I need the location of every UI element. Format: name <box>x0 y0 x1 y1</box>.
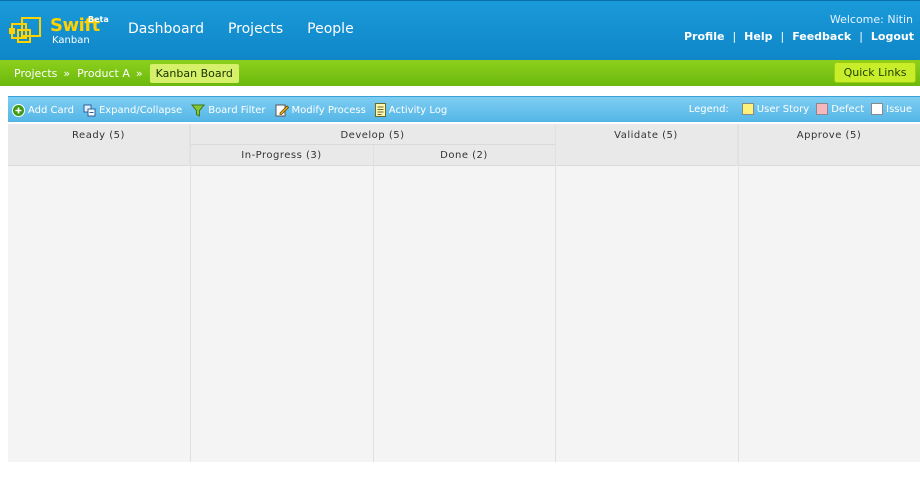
add-icon <box>12 103 25 117</box>
legend-label: Legend: <box>688 103 729 115</box>
column-divider <box>190 124 191 462</box>
column-header-develop: Develop (5) <box>190 124 555 145</box>
breadcrumb-projects[interactable]: Projects <box>14 67 57 80</box>
column-divider <box>373 145 374 462</box>
add-card-label: Add Card <box>28 104 74 116</box>
expand-collapse-label: Expand/Collapse <box>98 104 183 116</box>
column-divider <box>738 124 739 462</box>
toolbar-actions: Add Card Expand/Collapse Board Filter Mo… <box>12 103 447 117</box>
board-filter-button[interactable]: Board Filter <box>191 104 266 117</box>
breadcrumb: Projects » Product A » Kanban Board <box>14 64 239 83</box>
board-filter-label: Board Filter <box>208 104 266 116</box>
legend-defect: Defect <box>816 103 864 115</box>
user-story-swatch <box>741 103 754 115</box>
subcolumn-header-done: Done (2) <box>373 145 555 166</box>
welcome-text: Welcome: Nitin <box>829 13 913 26</box>
add-card-button[interactable]: Add Card <box>12 103 74 117</box>
divider: | <box>780 30 785 43</box>
lane-approve[interactable] <box>738 166 920 462</box>
column-header-approve: Approve (5) <box>738 124 920 166</box>
activity-log-label: Activity Log <box>388 104 448 116</box>
lane-done[interactable] <box>373 166 555 462</box>
legend-item-label: Issue <box>886 103 912 115</box>
legend-user-story: User Story <box>741 103 810 115</box>
filter-icon <box>191 104 206 117</box>
help-link[interactable]: Help <box>744 30 772 43</box>
top-header: Swift Beta Kanban Dashboard Projects Peo… <box>0 0 920 60</box>
breadcrumb-product[interactable]: Product A <box>77 67 130 80</box>
lane-validate[interactable] <box>555 166 738 462</box>
issue-swatch <box>871 103 884 115</box>
logo-beta: Beta <box>88 15 109 24</box>
feedback-link[interactable]: Feedback <box>792 30 851 43</box>
quick-links-button[interactable]: Quick Links <box>834 62 916 83</box>
main-nav: Dashboard Projects People <box>128 21 354 37</box>
logo-mark-icon <box>9 17 41 43</box>
legend: Legend: User Story Defect Issue <box>689 103 912 115</box>
activity-log-button[interactable]: Activity Log <box>374 103 448 117</box>
modify-process-button[interactable]: Modify Process <box>275 103 366 117</box>
lane-in-progress[interactable] <box>190 166 373 462</box>
legend-item-label: Defect <box>831 103 865 115</box>
subcolumn-header-in-progress: In-Progress (3) <box>190 145 373 166</box>
chevron-right-icon: » <box>135 67 143 80</box>
log-icon <box>374 103 386 117</box>
lane-ready[interactable] <box>8 166 190 462</box>
column-header-ready: Ready (5) <box>8 124 189 166</box>
modify-process-label: Modify Process <box>291 104 366 116</box>
column-validate: Validate (5) <box>555 124 738 462</box>
breadcrumb-current: Kanban Board <box>149 64 239 83</box>
column-header-validate: Validate (5) <box>555 124 737 166</box>
column-approve: Approve (5) <box>738 124 920 462</box>
defect-swatch <box>816 103 829 115</box>
column-ready: Ready (5) <box>8 124 190 462</box>
profile-link[interactable]: Profile <box>684 30 724 43</box>
logo-sub: Kanban <box>52 35 90 46</box>
column-divider <box>555 124 556 462</box>
kanban-board: Ready (5) Develop (5) In-Progress (3) Do… <box>8 124 920 462</box>
legend-issue: Issue <box>871 103 912 115</box>
logout-link[interactable]: Logout <box>871 30 914 43</box>
nav-dashboard[interactable]: Dashboard <box>128 21 204 37</box>
expand-collapse-button[interactable]: Expand/Collapse <box>83 104 182 117</box>
edit-icon <box>275 104 289 117</box>
legend-item-label: User Story <box>756 103 810 115</box>
chevron-right-icon: » <box>63 67 71 80</box>
nav-people[interactable]: People <box>307 21 354 37</box>
user-links: Profile | Help | Feedback | Logout <box>684 30 914 43</box>
divider: | <box>859 30 863 43</box>
divider: | <box>732 30 737 43</box>
nav-projects[interactable]: Projects <box>228 21 283 37</box>
expand-collapse-icon <box>83 104 96 116</box>
board-toolbar: Add Card Expand/Collapse Board Filter Mo… <box>8 96 920 122</box>
breadcrumb-bar: Projects » Product A » Kanban Board Quic… <box>0 60 920 86</box>
app-logo[interactable]: Swift Beta Kanban <box>8 13 109 49</box>
